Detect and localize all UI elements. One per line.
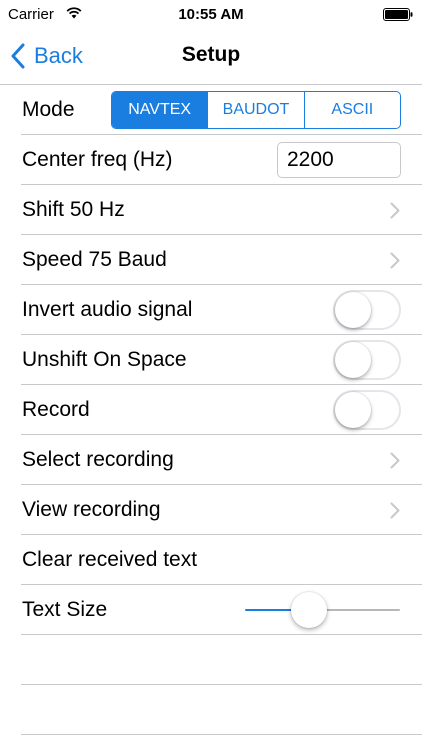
status-bar: Carrier 10:55 AM (0, 0, 422, 30)
mode-label: Mode (22, 98, 75, 121)
switch-knob (335, 292, 371, 328)
page-title: Setup (181, 43, 241, 66)
mode-segmented-control: NAVTEX BAUDOT ASCII (111, 91, 401, 129)
view-recording-row[interactable]: View recording (0, 485, 422, 535)
slider-thumb[interactable] (291, 592, 328, 628)
settings-list: Mode NAVTEX BAUDOT ASCII Center freq (Hz… (0, 85, 422, 735)
unshift-on-space-switch[interactable] (333, 340, 401, 380)
chevron-right-icon (390, 502, 400, 519)
chevron-right-icon (390, 202, 400, 219)
center-freq-input[interactable] (277, 142, 401, 178)
invert-audio-switch[interactable] (333, 290, 401, 330)
shift-label: Shift 50 Hz (22, 198, 125, 221)
center-freq-label: Center freq (Hz) (22, 148, 173, 171)
clear-text-label: Clear received text (22, 548, 198, 571)
empty-row (0, 685, 422, 735)
empty-row (0, 635, 422, 685)
text-size-label: Text Size (22, 598, 108, 621)
center-freq-row: Center freq (Hz) (0, 135, 422, 185)
invert-audio-row: Invert audio signal (0, 285, 422, 335)
mode-segment-ascii[interactable]: ASCII (305, 92, 400, 128)
mode-segment-navtex[interactable]: NAVTEX (112, 92, 209, 128)
record-switch[interactable] (333, 390, 401, 430)
record-label: Record (22, 398, 90, 421)
unshift-on-space-row: Unshift On Space (0, 335, 422, 385)
select-recording-row[interactable]: Select recording (0, 435, 422, 485)
mode-row: Mode NAVTEX BAUDOT ASCII (0, 85, 422, 135)
battery-icon (383, 8, 413, 21)
chevron-right-icon (390, 252, 400, 269)
shift-row[interactable]: Shift 50 Hz (0, 185, 422, 235)
switch-knob (335, 342, 371, 378)
switch-knob (335, 392, 371, 428)
speed-row[interactable]: Speed 75 Baud (0, 235, 422, 285)
text-size-slider[interactable] (245, 585, 400, 635)
status-time: 10:55 AM (178, 6, 244, 23)
text-size-row: Text Size (0, 585, 422, 635)
mode-segment-baudot[interactable]: BAUDOT (208, 92, 305, 128)
clear-text-row[interactable]: Clear received text (0, 535, 422, 585)
chevron-right-icon (390, 452, 400, 469)
record-row: Record (0, 385, 422, 435)
view-recording-label: View recording (22, 498, 161, 521)
invert-audio-label: Invert audio signal (22, 298, 193, 321)
speed-label: Speed 75 Baud (22, 248, 167, 271)
navigation-bar: Back Setup (0, 30, 422, 85)
unshift-on-space-label: Unshift On Space (22, 348, 187, 371)
select-recording-label: Select recording (22, 448, 174, 471)
